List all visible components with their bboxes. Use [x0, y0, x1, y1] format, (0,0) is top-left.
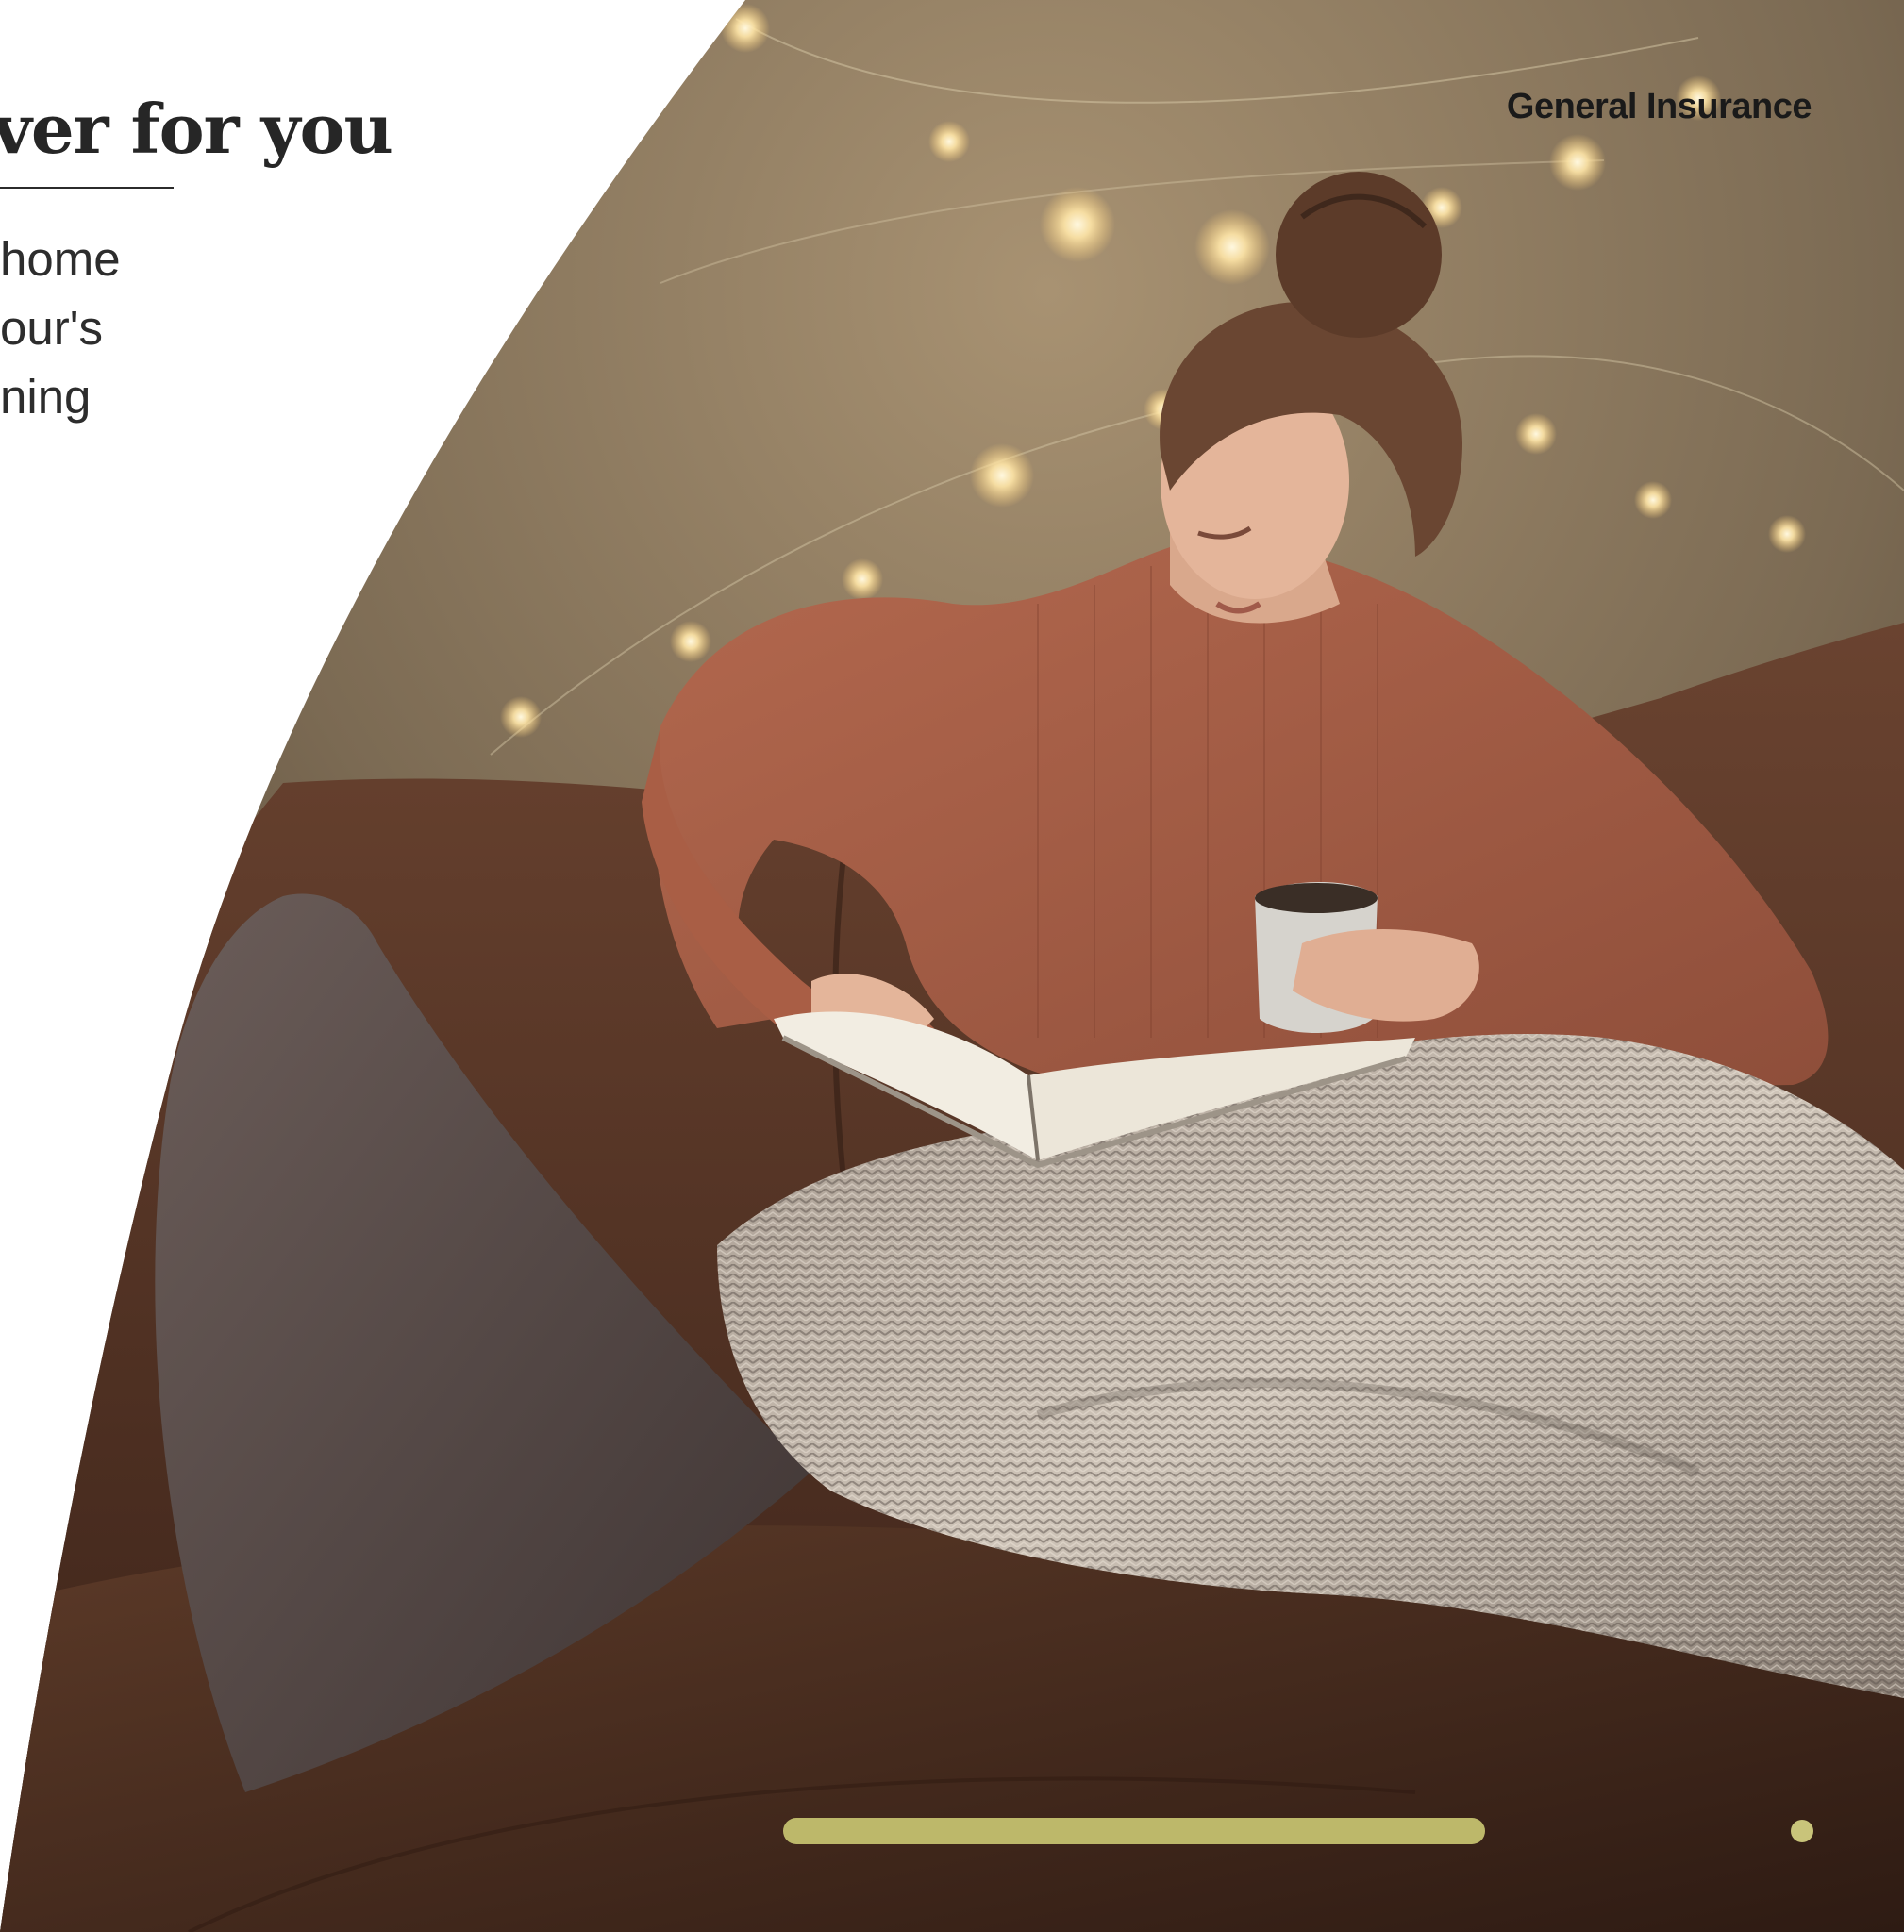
headline-divider — [0, 187, 174, 189]
hero-body-copy: home our's ning — [0, 225, 179, 431]
hero-body-line: ning — [0, 370, 92, 424]
carousel-progress-fill — [783, 1818, 1485, 1844]
hero-photo — [0, 0, 1904, 1932]
hero-body-line: home — [0, 232, 121, 286]
carousel-dot[interactable] — [1791, 1820, 1813, 1842]
nav-general-insurance-link[interactable]: General Insurance — [1507, 87, 1812, 127]
hero-headline: ver for you — [0, 89, 393, 169]
carousel-progress-bar[interactable] — [783, 1818, 1485, 1844]
hero-body-line: our's — [0, 301, 103, 355]
